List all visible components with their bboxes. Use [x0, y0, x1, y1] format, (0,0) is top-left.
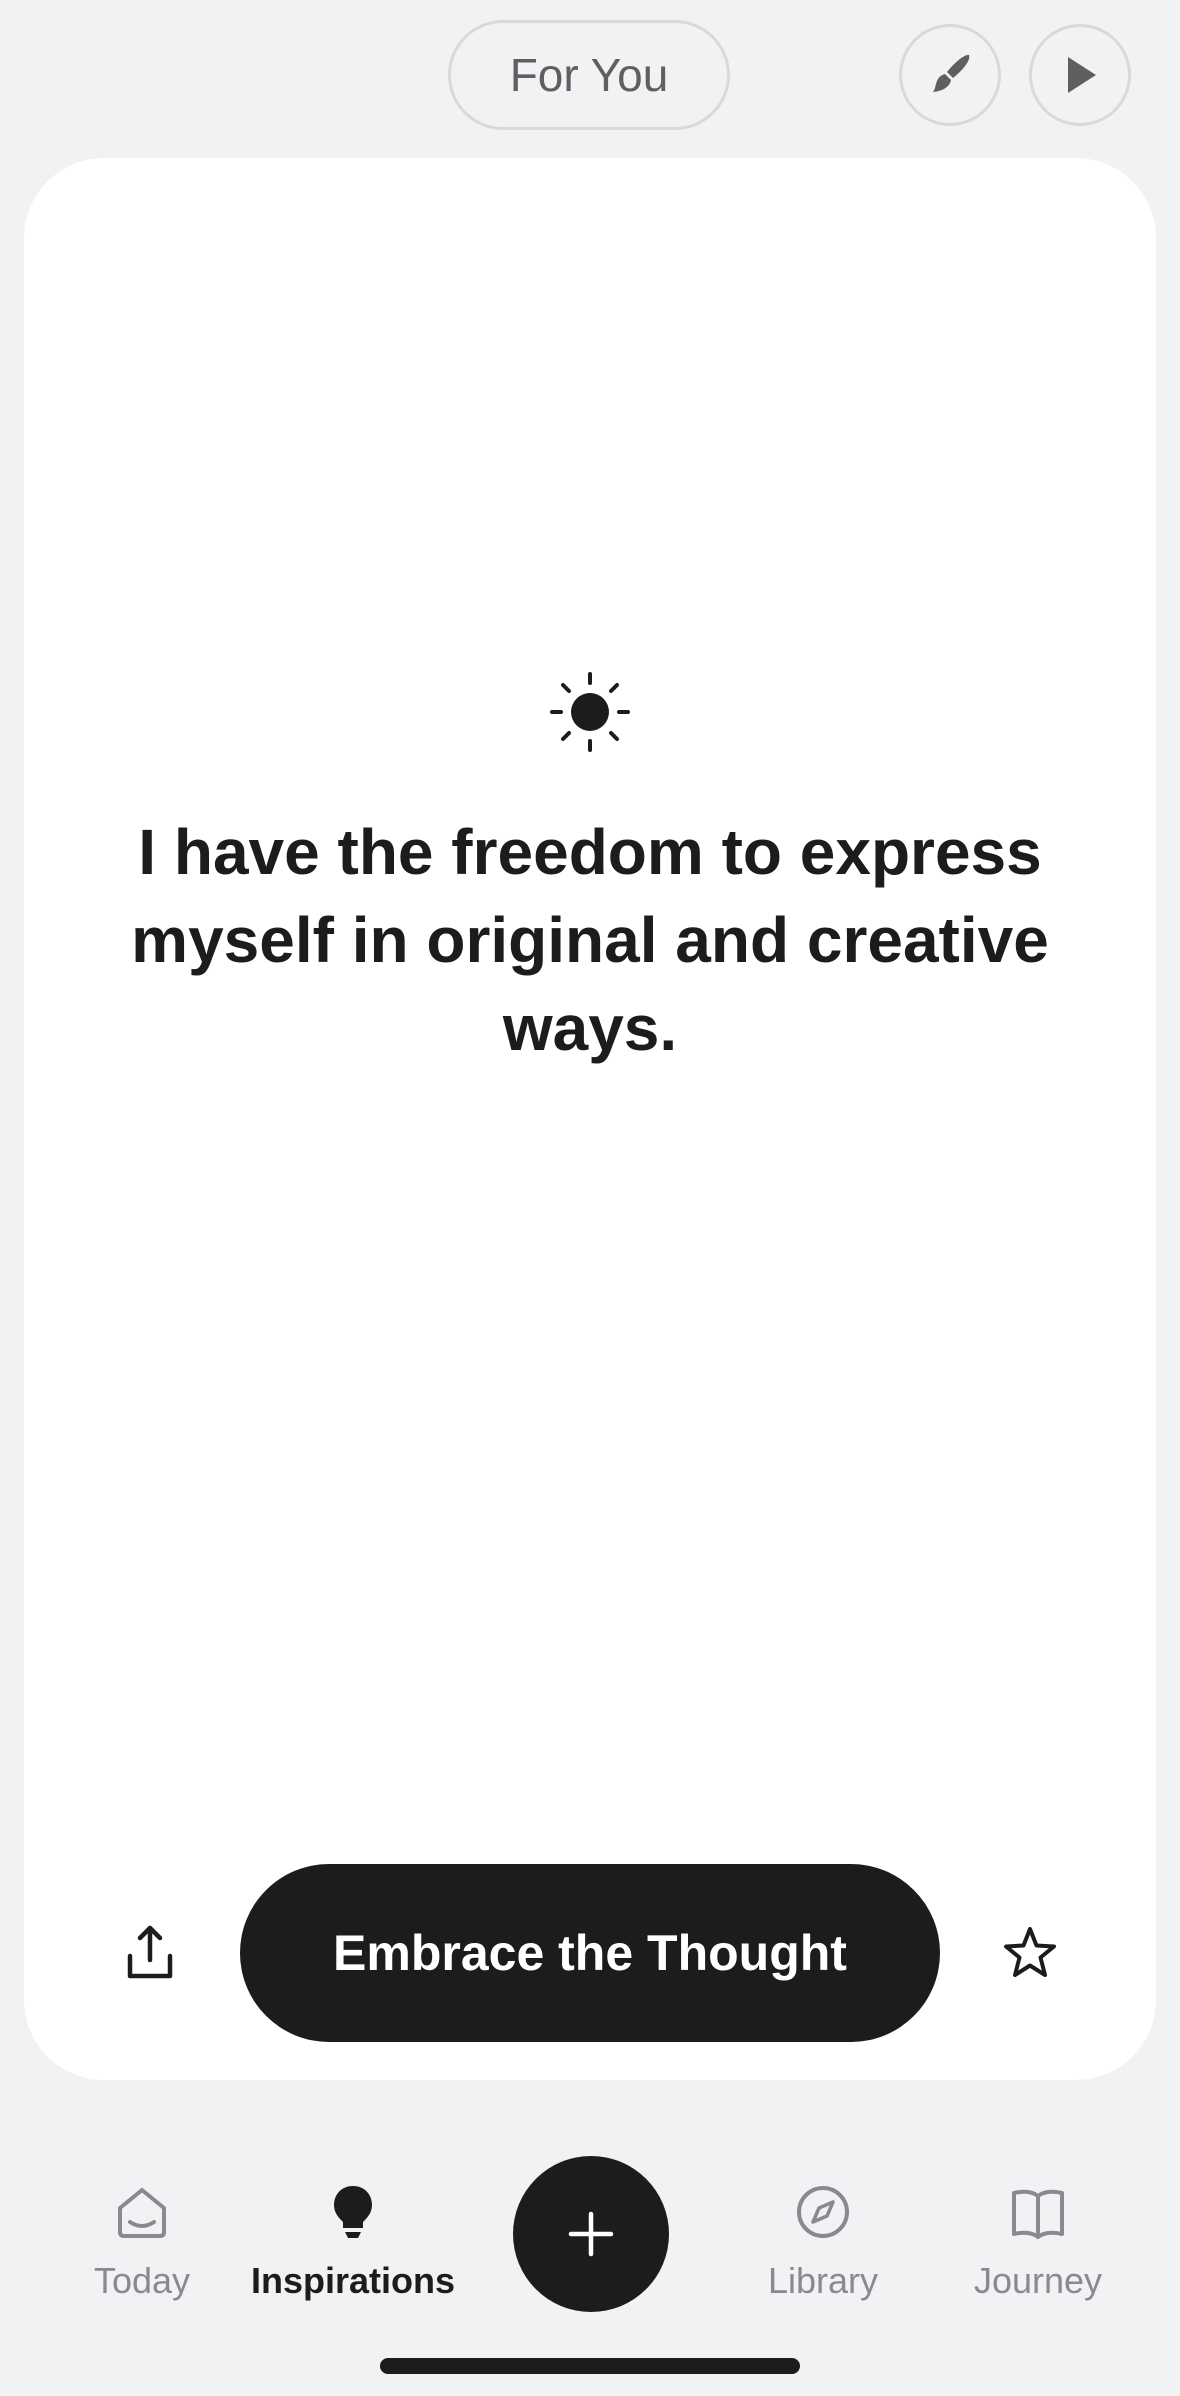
home-indicator [380, 2358, 800, 2374]
paintbrush-icon [933, 54, 970, 92]
sun-icon [550, 672, 630, 752]
share-icon [127, 1925, 173, 1979]
tab-library-label: Library [767, 2260, 879, 2301]
tab-inspirations-label: Inspirations [250, 2260, 456, 2301]
for-you-button[interactable]: For You [448, 20, 730, 130]
affirmation-card [24, 158, 1156, 2080]
compass-icon [797, 2186, 849, 2238]
star-icon [1004, 1927, 1056, 1977]
favorite-button[interactable] [990, 1914, 1070, 1994]
book-icon [1012, 2189, 1064, 2239]
theme-button[interactable] [899, 24, 1001, 126]
plus-icon [568, 2211, 614, 2257]
tab-today-label: Today [93, 2260, 191, 2301]
tab-library[interactable]: Library [713, 2180, 933, 2330]
play-icon [1068, 57, 1096, 93]
share-button[interactable] [112, 1914, 188, 1990]
lightbulb-icon [334, 2186, 372, 2238]
embrace-thought-label: Embrace the Thought [333, 1925, 847, 1981]
tab-journey-label: Journey [973, 2260, 1103, 2301]
affirmation-text: I have the freedom to express myself in … [131, 816, 1049, 1064]
tab-journey[interactable]: Journey [928, 2180, 1148, 2330]
play-button[interactable] [1029, 24, 1131, 126]
for-you-label: For You [509, 49, 669, 101]
tab-today[interactable]: Today [32, 2180, 252, 2330]
top-bar: For You [0, 0, 1180, 150]
add-button[interactable] [513, 2156, 669, 2312]
embrace-thought-button[interactable]: Embrace the Thought [240, 1864, 940, 2042]
home-icon [118, 2188, 166, 2238]
tab-inspirations[interactable]: Inspirations [243, 2180, 463, 2330]
